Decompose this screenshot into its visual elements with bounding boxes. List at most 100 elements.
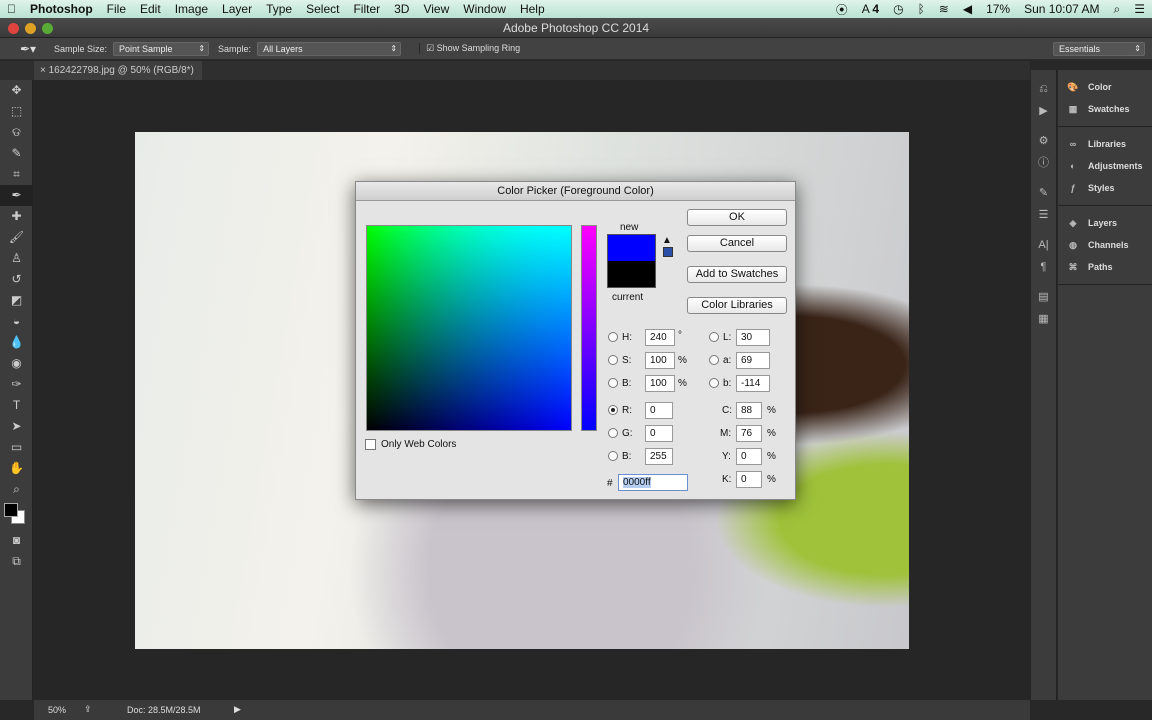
zoom-level[interactable]: 50% (48, 705, 66, 715)
panel-channels[interactable]: ◍ Channels (1058, 234, 1152, 256)
panel-color[interactable]: 🎨 Color (1058, 76, 1152, 98)
workspace-select[interactable]: Essentials (1053, 41, 1145, 56)
sample-select[interactable]: All Layers (257, 41, 402, 56)
menu-layer[interactable]: Layer (215, 2, 259, 16)
lab-b-radio[interactable] (709, 378, 719, 388)
eraser-tool-icon[interactable]: ◩ (0, 290, 33, 311)
menu-app[interactable]: Photoshop (23, 2, 100, 16)
paragraph-icon[interactable]: ¶ (1031, 256, 1056, 278)
hand-tool-icon[interactable]: ✋ (0, 458, 33, 479)
brightness-radio[interactable] (608, 378, 618, 388)
quick-select-tool-icon[interactable]: ✎ (0, 143, 33, 164)
info-icon[interactable]: ⓘ (1031, 152, 1056, 174)
spotlight-icon[interactable]: ⌕ (1107, 2, 1128, 17)
quick-mask-icon[interactable]: ◙ (0, 530, 33, 551)
notifications-icon[interactable]: ☰ (1127, 2, 1152, 16)
add-to-swatches-button[interactable]: Add to Swatches (687, 266, 787, 283)
document-tab[interactable]: × 162422798.jpg @ 50% (RGB/8*) (34, 61, 202, 80)
brightness-input[interactable]: 100 (645, 375, 675, 392)
brush-settings-icon[interactable]: ☰ (1031, 204, 1056, 226)
ok-button[interactable]: OK (687, 209, 787, 226)
foreground-color-swatch[interactable] (4, 503, 18, 517)
close-window-button[interactable] (8, 23, 19, 34)
zoom-window-button[interactable] (42, 23, 53, 34)
green-radio[interactable] (608, 428, 618, 438)
status-menu-arrow-icon[interactable]: ▶ (234, 704, 241, 715)
cyan-input[interactable]: 88 (736, 402, 762, 419)
clock[interactable]: Sun 10:07 AM (1017, 2, 1106, 16)
menu-view[interactable]: View (416, 2, 456, 16)
type-tool-icon[interactable]: T (0, 395, 33, 416)
hex-input[interactable]: 0000ff (618, 474, 688, 491)
clone-stamp-tool-icon[interactable]: ♙ (0, 248, 33, 269)
menu-help[interactable]: Help (513, 2, 552, 16)
character-icon[interactable]: A| (1031, 234, 1056, 256)
show-sampling-ring-checkbox[interactable]: ☑ Show Sampling Ring (419, 43, 520, 54)
saturation-input[interactable]: 100 (645, 352, 675, 369)
menu-edit[interactable]: Edit (133, 2, 168, 16)
green-input[interactable]: 0 (645, 425, 673, 442)
out-of-gamut-warning-icon[interactable]: ▲ (662, 235, 672, 246)
layer-comps-icon[interactable]: ▤ (1031, 286, 1056, 308)
notes-icon[interactable]: ▦ (1031, 308, 1056, 330)
blue-input[interactable]: 255 (645, 448, 673, 465)
red-input[interactable]: 0 (645, 402, 673, 419)
blue-radio[interactable] (608, 451, 618, 461)
gamut-correction-swatch[interactable] (663, 247, 673, 257)
foreground-background-colors[interactable] (0, 500, 32, 530)
lab-l-radio[interactable] (709, 332, 719, 342)
menu-3d[interactable]: 3D (387, 2, 416, 16)
menu-file[interactable]: File (100, 2, 133, 16)
lab-l-input[interactable]: 30 (736, 329, 770, 346)
red-slider[interactable] (581, 225, 597, 431)
pen-tool-icon[interactable]: ✑ (0, 374, 33, 395)
battery-text[interactable]: 17% (979, 2, 1017, 16)
color-field[interactable] (366, 225, 572, 431)
minimize-window-button[interactable] (25, 23, 36, 34)
bluetooth-icon[interactable]: ᛒ (911, 2, 932, 16)
eyedropper-tool-preset-icon[interactable]: ✒▾ (20, 42, 44, 56)
volume-icon[interactable]: ◀ (956, 2, 979, 16)
yellow-input[interactable]: 0 (736, 448, 762, 465)
history-brush-tool-icon[interactable]: ↺ (0, 269, 33, 290)
blur-tool-icon[interactable]: 💧 (0, 332, 33, 353)
menu-type[interactable]: Type (259, 2, 299, 16)
panel-adjustments[interactable]: ◐ Adjustments (1058, 155, 1152, 177)
menu-filter[interactable]: Filter (346, 2, 387, 16)
panel-layers[interactable]: ◈ Layers (1058, 212, 1152, 234)
brush-tool-icon[interactable]: 🖌 (0, 227, 33, 248)
dodge-tool-icon[interactable]: ◉ (0, 353, 33, 374)
menu-select[interactable]: Select (299, 2, 346, 16)
rectangle-tool-icon[interactable]: ▭ (0, 437, 33, 458)
hue-input[interactable]: 240 (645, 329, 675, 346)
zoom-tool-icon[interactable]: ⌕ (0, 479, 33, 500)
saturation-radio[interactable] (608, 355, 618, 365)
history-icon[interactable]: ⎌ (1031, 78, 1056, 100)
share-icon[interactable]: ⇪ (84, 704, 92, 715)
sample-size-select[interactable]: Point Sample (113, 41, 210, 56)
current-color-swatch[interactable] (607, 261, 656, 288)
healing-brush-tool-icon[interactable]: ✚ (0, 206, 33, 227)
menu-window[interactable]: Window (456, 2, 513, 16)
record-icon[interactable]: ⦿ (829, 1, 855, 18)
menu-image[interactable]: Image (168, 2, 215, 16)
panel-libraries[interactable]: ∞ Libraries (1058, 133, 1152, 155)
adobe-icon[interactable]: A 4 (855, 2, 886, 16)
marquee-tool-icon[interactable]: ⬚ (0, 101, 33, 122)
actions-icon[interactable]: ▶ (1031, 100, 1056, 122)
only-web-colors-checkbox[interactable] (365, 439, 376, 450)
magenta-input[interactable]: 76 (736, 425, 762, 442)
properties-icon[interactable]: ⚙ (1031, 130, 1056, 152)
brush-presets-icon[interactable]: ✎ (1031, 182, 1056, 204)
apple-icon[interactable]:  (0, 2, 23, 16)
crop-tool-icon[interactable]: ⌗ (0, 164, 33, 185)
panel-styles[interactable]: ƒ Styles (1058, 177, 1152, 199)
path-selection-tool-icon[interactable]: ➤ (0, 416, 33, 437)
hue-radio[interactable] (608, 332, 618, 342)
red-radio[interactable] (608, 405, 618, 415)
lab-a-radio[interactable] (709, 355, 719, 365)
color-libraries-button[interactable]: Color Libraries (687, 297, 787, 314)
panel-swatches[interactable]: ▦ Swatches (1058, 98, 1152, 120)
lab-b-input[interactable]: -114 (736, 375, 770, 392)
panel-paths[interactable]: ⌘ Paths (1058, 256, 1152, 278)
